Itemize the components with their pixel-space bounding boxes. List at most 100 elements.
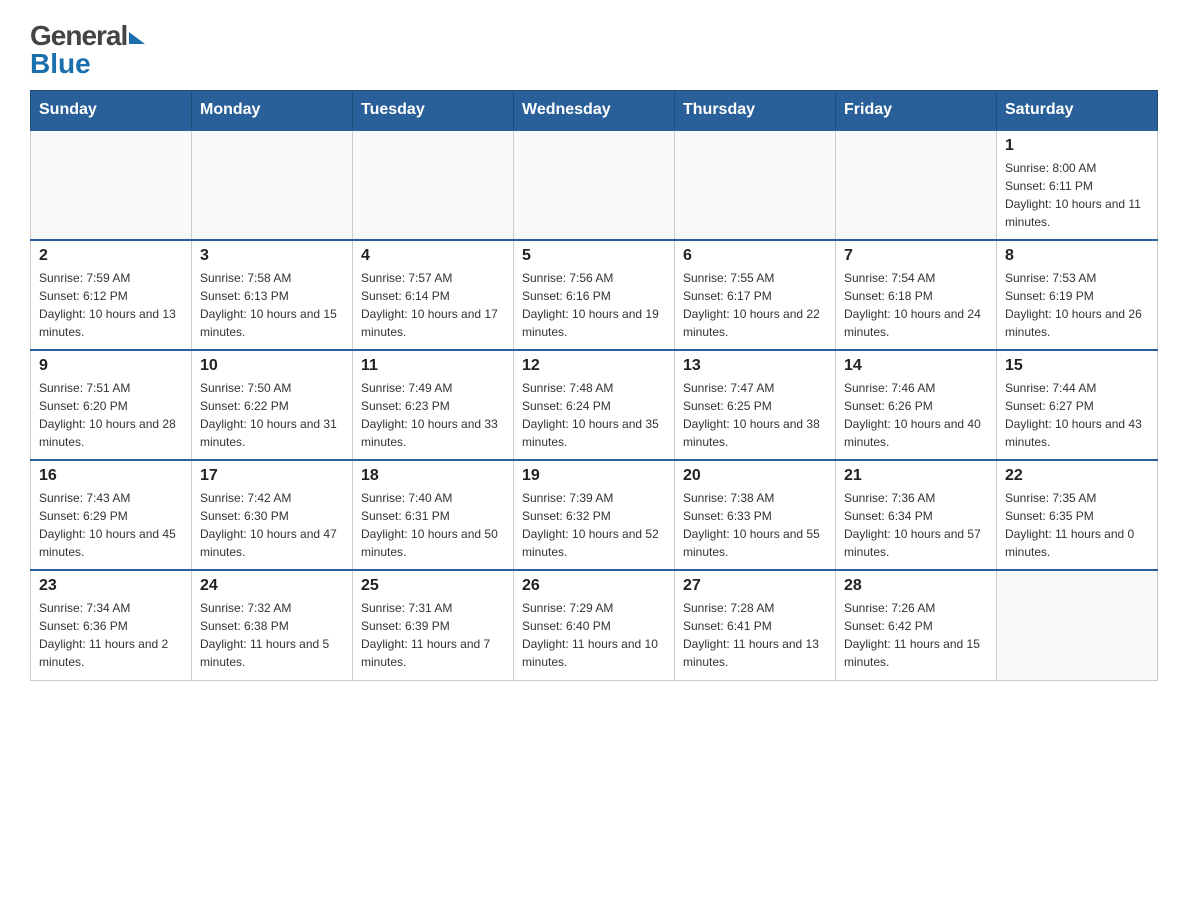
calendar-cell	[353, 130, 514, 240]
calendar-cell: 19Sunrise: 7:39 AMSunset: 6:32 PMDayligh…	[514, 460, 675, 570]
calendar-cell: 11 Sunrise: 7:49 AMSunset: 6:23 PMDayligh…	[353, 350, 514, 460]
calendar-cell: 12 Sunrise: 7:48 AMSunset: 6:24 PMDayligh…	[514, 350, 675, 460]
calendar-cell: 9 Sunrise: 7:51 AMSunset: 6:20 PMDaylight…	[31, 350, 192, 460]
day-info: Sunrise: 7:29 AMSunset: 6:40 PMDaylight:…	[522, 599, 666, 671]
day-info: Sunrise: 7:38 AMSunset: 6:33 PMDaylight:…	[683, 489, 827, 561]
logo: General Blue	[30, 20, 145, 80]
day-number: 4	[361, 247, 505, 265]
day-info: Sunrise: 7:55 AMSunset: 6:17 PMDaylight:…	[683, 269, 827, 341]
day-info: Sunrise: 7:44 AMSunset: 6:27 PMDaylight:…	[1005, 379, 1149, 451]
calendar-cell: 20 Sunrise: 7:38 AMSunset: 6:33 PMDayligh…	[675, 460, 836, 570]
calendar-cell	[514, 130, 675, 240]
day-info: Sunrise: 7:59 AMSunset: 6:12 PMDaylight:…	[39, 269, 183, 341]
calendar-cell: 4Sunrise: 7:57 AMSunset: 6:14 PMDaylight…	[353, 240, 514, 350]
day-number: 1	[1005, 137, 1149, 155]
day-number: 17	[200, 467, 344, 485]
day-info: Sunrise: 7:43 AMSunset: 6:29 PMDaylight:…	[39, 489, 183, 561]
day-info: Sunrise: 7:50 AMSunset: 6:22 PMDaylight:…	[200, 379, 344, 451]
day-number: 9	[39, 357, 183, 375]
calendar-cell: 28 Sunrise: 7:26 AMSunset: 6:42 PMDayligh…	[836, 570, 997, 680]
day-info: Sunrise: 7:48 AMSunset: 6:24 PMDaylight:…	[522, 379, 666, 451]
calendar-cell	[31, 130, 192, 240]
day-number: 12	[522, 357, 666, 375]
calendar-week-row: 9 Sunrise: 7:51 AMSunset: 6:20 PMDaylight…	[31, 350, 1158, 460]
calendar-cell: 14Sunrise: 7:46 AMSunset: 6:26 PMDayligh…	[836, 350, 997, 460]
day-number: 21	[844, 467, 988, 485]
calendar-cell: 13 Sunrise: 7:47 AMSunset: 6:25 PMDayligh…	[675, 350, 836, 460]
day-info: Sunrise: 7:34 AMSunset: 6:36 PMDaylight:…	[39, 599, 183, 671]
day-number: 25	[361, 577, 505, 595]
day-number: 5	[522, 247, 666, 265]
calendar-cell	[997, 570, 1158, 680]
calendar-header: SundayMondayTuesdayWednesdayThursdayFrid…	[31, 91, 1158, 131]
calendar-cell: 16Sunrise: 7:43 AMSunset: 6:29 PMDayligh…	[31, 460, 192, 570]
day-info: Sunrise: 7:40 AMSunset: 6:31 PMDaylight:…	[361, 489, 505, 561]
calendar-cell: 23 Sunrise: 7:34 AMSunset: 6:36 PMDayligh…	[31, 570, 192, 680]
logo-blue-text: Blue	[30, 48, 145, 80]
calendar-cell: 5 Sunrise: 7:56 AMSunset: 6:16 PMDaylight…	[514, 240, 675, 350]
day-number: 13	[683, 357, 827, 375]
calendar-table: SundayMondayTuesdayWednesdayThursdayFrid…	[30, 90, 1158, 681]
calendar-cell: 21 Sunrise: 7:36 AMSunset: 6:34 PMDayligh…	[836, 460, 997, 570]
day-number: 14	[844, 357, 988, 375]
calendar-cell: 10 Sunrise: 7:50 AMSunset: 6:22 PMDayligh…	[192, 350, 353, 460]
calendar-cell: 17 Sunrise: 7:42 AMSunset: 6:30 PMDayligh…	[192, 460, 353, 570]
day-info: Sunrise: 8:00 AMSunset: 6:11 PMDaylight:…	[1005, 159, 1149, 231]
calendar-week-row: 23 Sunrise: 7:34 AMSunset: 6:36 PMDayligh…	[31, 570, 1158, 680]
weekday-header-sunday: Sunday	[31, 91, 192, 131]
calendar-cell: 8Sunrise: 7:53 AMSunset: 6:19 PMDaylight…	[997, 240, 1158, 350]
day-info: Sunrise: 7:36 AMSunset: 6:34 PMDaylight:…	[844, 489, 988, 561]
calendar-cell: 26 Sunrise: 7:29 AMSunset: 6:40 PMDayligh…	[514, 570, 675, 680]
day-number: 7	[844, 247, 988, 265]
calendar-cell	[675, 130, 836, 240]
day-number: 15	[1005, 357, 1149, 375]
day-number: 20	[683, 467, 827, 485]
day-info: Sunrise: 7:47 AMSunset: 6:25 PMDaylight:…	[683, 379, 827, 451]
calendar-body: 1 Sunrise: 8:00 AMSunset: 6:11 PMDaylight…	[31, 130, 1158, 680]
calendar-cell: 27 Sunrise: 7:28 AMSunset: 6:41 PMDayligh…	[675, 570, 836, 680]
calendar-cell	[192, 130, 353, 240]
day-number: 11	[361, 357, 505, 375]
calendar-cell: 3 Sunrise: 7:58 AMSunset: 6:13 PMDaylight…	[192, 240, 353, 350]
calendar-cell: 22 Sunrise: 7:35 AMSunset: 6:35 PMDayligh…	[997, 460, 1158, 570]
day-info: Sunrise: 7:49 AMSunset: 6:23 PMDaylight:…	[361, 379, 505, 451]
calendar-week-row: 1 Sunrise: 8:00 AMSunset: 6:11 PMDaylight…	[31, 130, 1158, 240]
day-info: Sunrise: 7:31 AMSunset: 6:39 PMDaylight:…	[361, 599, 505, 671]
day-number: 10	[200, 357, 344, 375]
weekday-header-wednesday: Wednesday	[514, 91, 675, 131]
day-number: 6	[683, 247, 827, 265]
day-info: Sunrise: 7:56 AMSunset: 6:16 PMDaylight:…	[522, 269, 666, 341]
logo-arrow-icon	[129, 32, 145, 44]
day-number: 23	[39, 577, 183, 595]
weekday-header-friday: Friday	[836, 91, 997, 131]
calendar-cell: 18 Sunrise: 7:40 AMSunset: 6:31 PMDayligh…	[353, 460, 514, 570]
day-number: 27	[683, 577, 827, 595]
weekday-header-thursday: Thursday	[675, 91, 836, 131]
day-number: 22	[1005, 467, 1149, 485]
day-info: Sunrise: 7:35 AMSunset: 6:35 PMDaylight:…	[1005, 489, 1149, 561]
day-info: Sunrise: 7:28 AMSunset: 6:41 PMDaylight:…	[683, 599, 827, 671]
day-info: Sunrise: 7:53 AMSunset: 6:19 PMDaylight:…	[1005, 269, 1149, 341]
day-number: 3	[200, 247, 344, 265]
calendar-cell: 15 Sunrise: 7:44 AMSunset: 6:27 PMDayligh…	[997, 350, 1158, 460]
weekday-header-saturday: Saturday	[997, 91, 1158, 131]
calendar-cell: 1 Sunrise: 8:00 AMSunset: 6:11 PMDaylight…	[997, 130, 1158, 240]
day-number: 2	[39, 247, 183, 265]
day-info: Sunrise: 7:26 AMSunset: 6:42 PMDaylight:…	[844, 599, 988, 671]
day-info: Sunrise: 7:51 AMSunset: 6:20 PMDaylight:…	[39, 379, 183, 451]
day-number: 24	[200, 577, 344, 595]
day-number: 18	[361, 467, 505, 485]
day-info: Sunrise: 7:58 AMSunset: 6:13 PMDaylight:…	[200, 269, 344, 341]
day-info: Sunrise: 7:54 AMSunset: 6:18 PMDaylight:…	[844, 269, 988, 341]
calendar-cell: 24 Sunrise: 7:32 AMSunset: 6:38 PMDayligh…	[192, 570, 353, 680]
day-info: Sunrise: 7:42 AMSunset: 6:30 PMDaylight:…	[200, 489, 344, 561]
calendar-cell: 2 Sunrise: 7:59 AMSunset: 6:12 PMDaylight…	[31, 240, 192, 350]
day-number: 28	[844, 577, 988, 595]
day-info: Sunrise: 7:32 AMSunset: 6:38 PMDaylight:…	[200, 599, 344, 671]
calendar-cell	[836, 130, 997, 240]
calendar-cell: 25 Sunrise: 7:31 AMSunset: 6:39 PMDayligh…	[353, 570, 514, 680]
day-number: 19	[522, 467, 666, 485]
weekday-header-tuesday: Tuesday	[353, 91, 514, 131]
day-number: 26	[522, 577, 666, 595]
weekday-header-row: SundayMondayTuesdayWednesdayThursdayFrid…	[31, 91, 1158, 131]
